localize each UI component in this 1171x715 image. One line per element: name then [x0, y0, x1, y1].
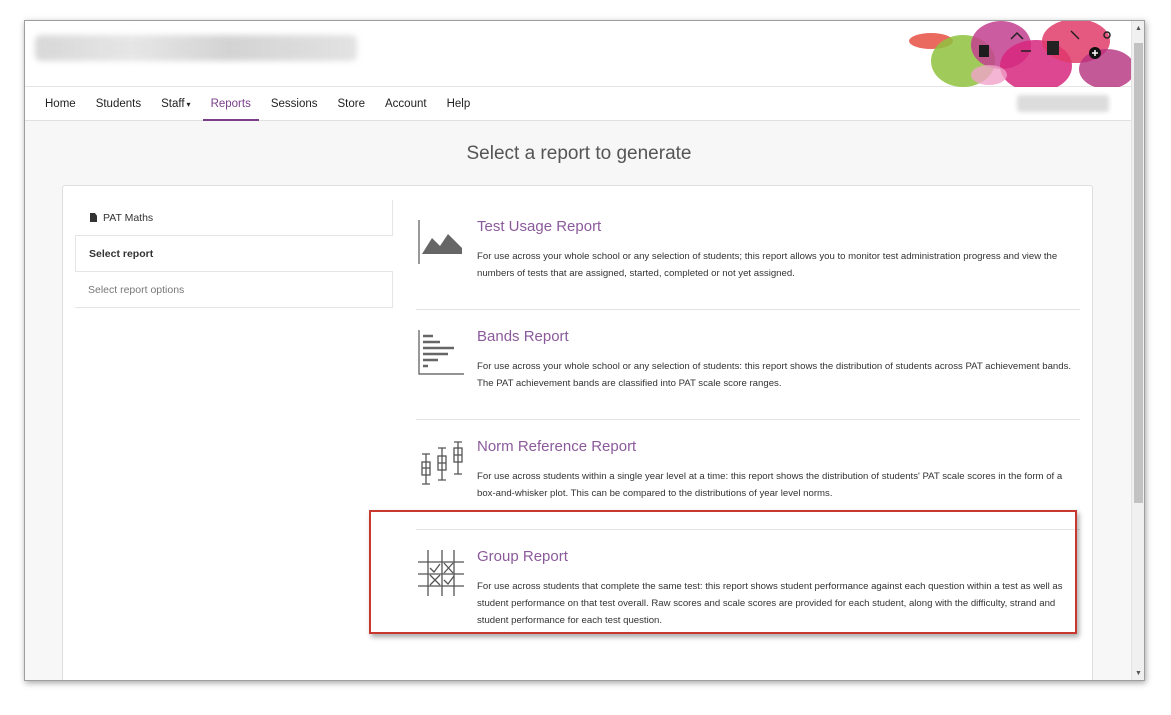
- nav-home[interactable]: Home: [35, 87, 86, 121]
- school-name-redacted: [35, 35, 357, 61]
- browser-window: Home Students Staff ▾ Reports Sessions St…: [24, 20, 1145, 681]
- nav-account[interactable]: Account: [375, 87, 437, 121]
- report-option-test-usage[interactable]: Test Usage Report For use across your wh…: [416, 200, 1080, 310]
- report-description: For use across students that complete th…: [477, 581, 1063, 626]
- caret-down-icon: ▾: [186, 100, 191, 109]
- sidebar-item-select-report[interactable]: Select report: [75, 236, 393, 272]
- report-title[interactable]: Norm Reference Report: [477, 438, 636, 455]
- main-navigation: Home Students Staff ▾ Reports Sessions St…: [25, 87, 1133, 121]
- nav-sessions[interactable]: Sessions: [261, 87, 328, 121]
- vertical-scrollbar[interactable]: ▲ ▼: [1131, 21, 1144, 680]
- nav-students[interactable]: Students: [86, 87, 151, 121]
- sidebar-item-test[interactable]: PAT Maths: [75, 200, 393, 236]
- report-list: Test Usage Report For use across your wh…: [416, 200, 1080, 640]
- area-chart-icon: [418, 220, 462, 264]
- report-option-norm-reference[interactable]: Norm Reference Report For use across stu…: [416, 420, 1080, 530]
- user-menu-redacted[interactable]: [1017, 95, 1109, 112]
- report-title[interactable]: Group Report: [477, 548, 568, 565]
- nav-reports[interactable]: Reports: [201, 87, 261, 121]
- report-title[interactable]: Test Usage Report: [477, 218, 601, 235]
- nav-store[interactable]: Store: [328, 87, 376, 121]
- report-description: For use across your whole school or any …: [477, 251, 1058, 279]
- nav-help[interactable]: Help: [437, 87, 481, 121]
- app-header: [25, 21, 1133, 87]
- report-description: For use across your whole school or any …: [477, 361, 1072, 389]
- report-option-bands[interactable]: Bands Report For use across your whole s…: [416, 310, 1080, 420]
- report-title[interactable]: Bands Report: [477, 328, 569, 345]
- scroll-thumb[interactable]: [1134, 43, 1143, 503]
- nav-staff-dropdown[interactable]: Staff ▾: [151, 87, 200, 121]
- scroll-down-icon[interactable]: ▼: [1132, 668, 1144, 680]
- report-description: For use across students within a single …: [477, 471, 1063, 499]
- box-whisker-icon: [421, 441, 463, 485]
- brand-logo-art: [909, 21, 1133, 87]
- sidebar-item-report-options[interactable]: Select report options: [75, 272, 393, 308]
- grid-check-icon: [418, 550, 464, 596]
- page-title: Select a report to generate: [466, 143, 692, 164]
- scroll-up-icon[interactable]: ▲: [1132, 23, 1144, 35]
- bar-list-icon: [418, 330, 464, 375]
- wizard-steps: PAT Maths Select report Select report op…: [75, 200, 393, 308]
- report-selection-panel: PAT Maths Select report Select report op…: [62, 185, 1093, 680]
- report-option-group[interactable]: Group Report For use across students tha…: [416, 530, 1080, 640]
- document-icon: [90, 213, 97, 222]
